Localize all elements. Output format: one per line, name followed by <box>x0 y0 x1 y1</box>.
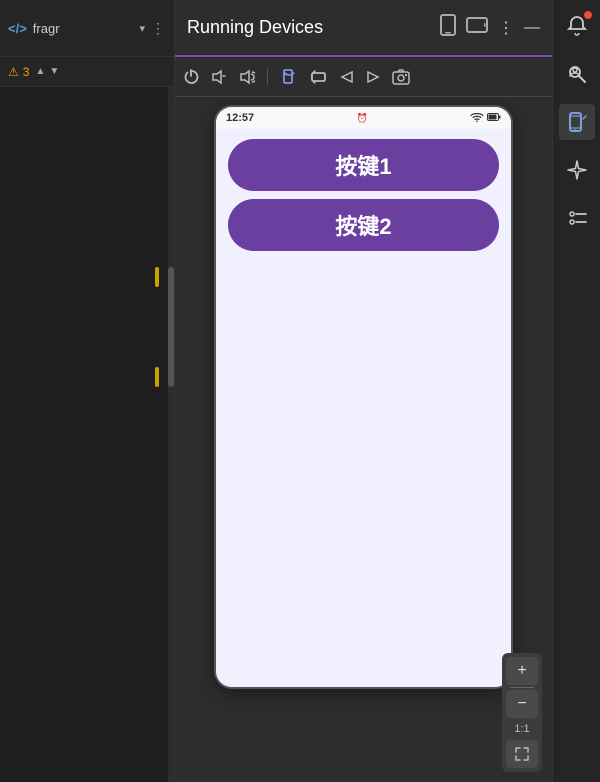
more-options-icon[interactable]: ⋮ <box>151 20 166 37</box>
scroll-indicator-top <box>155 267 159 287</box>
volume-up-button[interactable] <box>239 69 255 85</box>
title-bar: Running Devices ⋮ — <box>175 0 552 57</box>
button1-label: 按键1 <box>335 149 391 181</box>
back-nav-button[interactable] <box>340 70 354 84</box>
screenshot-button[interactable] <box>392 69 410 85</box>
tablet-icon[interactable] <box>466 17 488 38</box>
status-time: 12:57 <box>226 112 254 124</box>
minus-icon: − <box>517 695 526 713</box>
plus-icon: + <box>517 662 526 680</box>
button2[interactable]: 按键2 <box>228 199 499 251</box>
scroll-indicator-bottom <box>155 367 159 387</box>
zoom-ratio: 1:1 <box>514 720 529 738</box>
main-area: Running Devices ⋮ — <box>175 0 552 782</box>
warning-bar: ⚠ 3 ▲ ▼ <box>0 57 174 87</box>
button1[interactable]: 按键1 <box>228 139 499 191</box>
separator1 <box>267 69 268 85</box>
code-icon: </> <box>8 21 27 36</box>
zoom-in-button[interactable]: + <box>506 657 538 685</box>
project-name: fragr <box>33 21 134 36</box>
power-button[interactable] <box>183 69 199 85</box>
wifi-icon <box>470 112 484 125</box>
title-icons: ⋮ — <box>440 14 540 41</box>
notification-badge <box>583 10 593 20</box>
person-search-icon[interactable] <box>559 56 595 92</box>
left-sidebar: </> fragr ▾ ⋮ ⚠ 3 ▲ ▼ <box>0 0 175 782</box>
volume-down-button[interactable] <box>211 69 227 85</box>
page-title: Running Devices <box>187 17 432 38</box>
right-panel <box>552 0 600 782</box>
zoom-divider <box>510 687 534 688</box>
sparkle-icon[interactable] <box>559 152 595 188</box>
list-settings-icon[interactable] <box>559 200 595 236</box>
zoom-expand-button[interactable] <box>506 740 538 768</box>
phone-status-bar: 12:57 ⏰ <box>216 107 511 129</box>
scrollbar-thumb[interactable] <box>168 267 174 387</box>
more-options-icon[interactable]: ⋮ <box>498 18 514 38</box>
phone-content: 按键1 按键2 <box>216 129 511 687</box>
notification-icon[interactable] <box>559 8 595 44</box>
battery-icon <box>487 113 501 124</box>
phone-icon[interactable] <box>440 14 456 41</box>
arrow-up-icon[interactable]: ▲ <box>35 66 45 77</box>
screen-container: 12:57 ⏰ <box>175 97 552 782</box>
zoom-out-button[interactable]: − <box>506 690 538 718</box>
alarm-icon: ⏰ <box>356 113 367 124</box>
left-content <box>0 87 174 782</box>
left-scroll-indicators <box>155 267 159 387</box>
rotate-portrait-button[interactable] <box>280 68 298 86</box>
button2-label: 按键2 <box>335 209 391 241</box>
left-header: </> fragr ▾ ⋮ <box>0 0 174 57</box>
forward-nav-button[interactable] <box>366 70 380 84</box>
arrow-down-icon[interactable]: ▼ <box>49 66 59 77</box>
status-right-icons <box>470 112 501 125</box>
toolbar <box>175 57 552 97</box>
minimize-icon[interactable]: — <box>524 19 540 37</box>
device-frame-icon[interactable] <box>559 104 595 140</box>
scrollbar-track <box>168 87 174 782</box>
warning-count: 3 <box>23 65 30 79</box>
warning-icon: ⚠ <box>8 65 19 79</box>
chevron-down-icon[interactable]: ▾ <box>139 22 145 35</box>
rotate-landscape-button[interactable] <box>310 68 328 86</box>
phone-frame: 12:57 ⏰ <box>216 107 511 687</box>
zoom-controls: + − 1:1 <box>502 653 542 772</box>
